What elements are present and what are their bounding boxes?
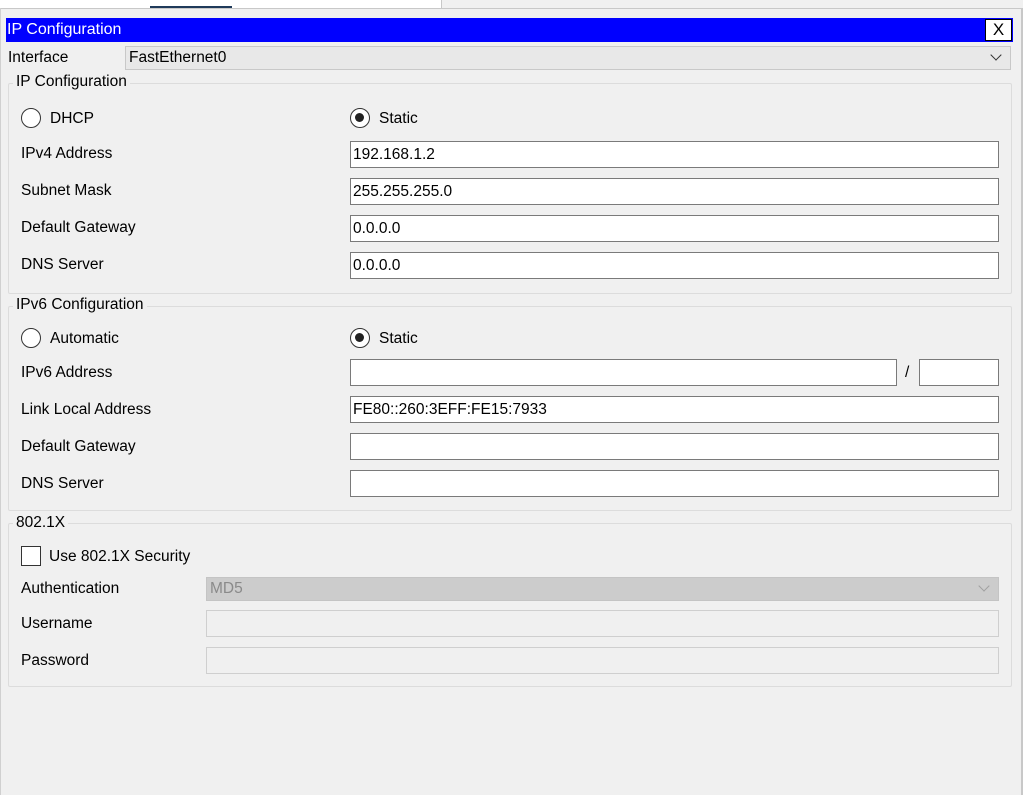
authentication-label: Authentication xyxy=(21,580,120,597)
ipv6-group-title: IPv6 Configuration xyxy=(13,296,147,314)
dot1x-group-title: 802.1X xyxy=(13,514,69,532)
dhcp-radio[interactable] xyxy=(21,108,41,128)
link-local-label: Link Local Address xyxy=(21,401,152,418)
ipv6-static-radio[interactable] xyxy=(350,328,370,348)
subnet-mask-label: Subnet Mask xyxy=(21,182,112,199)
ipv6-static-label: Static xyxy=(379,330,418,347)
prefix-separator: / xyxy=(905,364,910,381)
authentication-selected-value: MD5 xyxy=(210,580,243,597)
window-titlebar: IP Configuration X xyxy=(6,18,1013,42)
authentication-select[interactable]: MD5 xyxy=(206,577,999,601)
ipv4-gateway-label: Default Gateway xyxy=(21,219,136,236)
password-input[interactable] xyxy=(206,647,999,674)
ipv6-automatic-label: Automatic xyxy=(50,330,119,347)
ipv6-dns-label: DNS Server xyxy=(21,475,104,492)
use-8021x-checkbox[interactable] xyxy=(21,546,41,566)
window-title: IP Configuration xyxy=(7,21,122,38)
ipv4-dns-input[interactable]: 0.0.0.0 xyxy=(350,252,999,279)
ipv4-static-radio[interactable] xyxy=(350,108,370,128)
interface-select[interactable]: FastEthernet0 xyxy=(125,46,1011,70)
ipv6-prefix-input[interactable] xyxy=(919,359,999,386)
dhcp-label: DHCP xyxy=(50,110,94,127)
chevron-down-icon xyxy=(990,49,1002,61)
ipv4-group-title: IP Configuration xyxy=(13,73,130,91)
ipv4-address-input[interactable]: 192.168.1.2 xyxy=(350,141,999,168)
frame-left-border xyxy=(0,8,1,795)
ipv6-gateway-label: Default Gateway xyxy=(21,438,136,455)
ipv4-dns-label: DNS Server xyxy=(21,256,104,273)
link-local-input[interactable]: FE80::260:3EFF:FE15:7933 xyxy=(350,396,999,423)
close-button[interactable]: X xyxy=(985,19,1012,41)
subnet-mask-input[interactable]: 255.255.255.0 xyxy=(350,178,999,205)
password-label: Password xyxy=(21,652,90,669)
chevron-down-icon xyxy=(978,580,990,592)
ipv6-automatic-radio[interactable] xyxy=(21,328,41,348)
ipv6-address-input[interactable] xyxy=(350,359,897,386)
ipv6-gateway-input[interactable] xyxy=(350,433,999,460)
interface-label: Interface xyxy=(8,49,69,66)
ipv6-address-label: IPv6 Address xyxy=(21,364,113,381)
ipv4-address-label: IPv4 Address xyxy=(21,145,113,162)
ipv4-gateway-input[interactable]: 0.0.0.0 xyxy=(350,215,999,242)
username-label: Username xyxy=(21,615,93,632)
ipv4-static-label: Static xyxy=(379,110,418,127)
frame-top-border xyxy=(0,8,1023,9)
ipv6-dns-input[interactable] xyxy=(350,470,999,497)
username-input[interactable] xyxy=(206,610,999,637)
use-8021x-label: Use 802.1X Security xyxy=(49,548,191,565)
interface-selected-value: FastEthernet0 xyxy=(129,49,227,66)
